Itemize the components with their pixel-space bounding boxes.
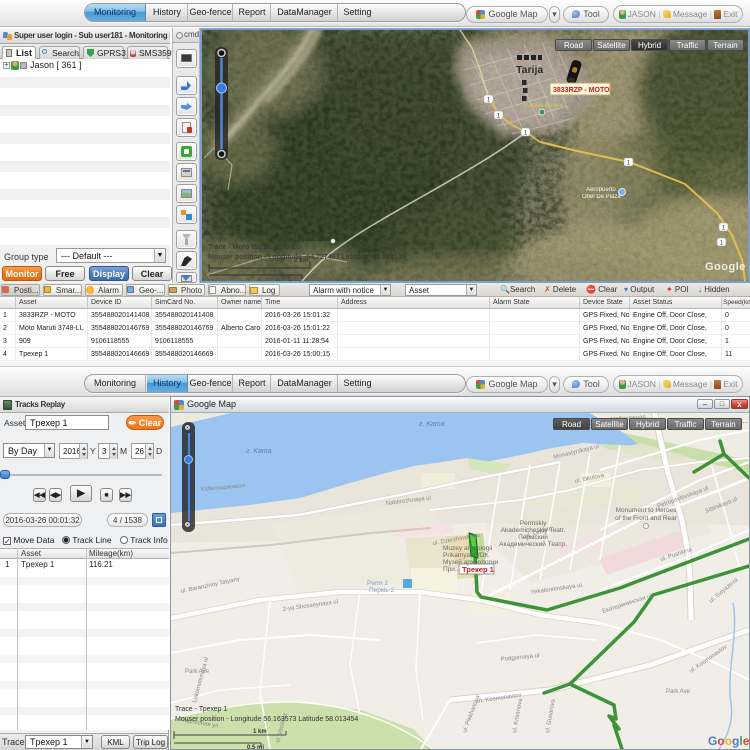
- svg-text:Пермский: Пермский: [518, 533, 548, 541]
- svg-text:Trace - Moto Maruti 3748-LL: Trace - Moto Maruti 3748-LL: [208, 244, 301, 251]
- svg-text:Monument to Heroes: Monument to Heroes: [616, 507, 677, 514]
- svg-text:Permskiy: Permskiy: [520, 520, 547, 527]
- svg-text:Пермь 2: Пермь 2: [369, 587, 395, 594]
- svg-text:3833RZP - MOTO: 3833RZP - MOTO: [553, 87, 610, 94]
- svg-text:Aeropuerto: Aeropuerto: [586, 187, 616, 193]
- svg-text:Perm 2: Perm 2: [367, 580, 388, 587]
- svg-text:Park Ave: Park Ave: [666, 689, 691, 695]
- svg-text:Parque Bolivar: Parque Bolivar: [524, 103, 563, 109]
- svg-text:Oriel De Plaza: Oriel De Plaza: [582, 194, 621, 200]
- svg-text:Google: Google: [708, 734, 749, 748]
- svg-text:Akademicheskiy Teatr.: Akademicheskiy Teatr.: [501, 527, 566, 534]
- svg-text:Трекер 1: Трекер 1: [462, 565, 494, 574]
- svg-text:Trace - Трехер 1: Trace - Трехер 1: [175, 706, 228, 713]
- svg-text:2 km: 2 km: [294, 257, 309, 264]
- svg-text:При...: При...: [443, 566, 461, 573]
- svg-text:0.5 mi: 0.5 mi: [247, 745, 264, 749]
- svg-text:of the Front and Rear: of the Front and Rear: [615, 515, 678, 522]
- svg-text:Prikamya; IVDK: Prikamya; IVDK: [443, 552, 490, 559]
- svg-text:Muzey arheologii: Muzey arheologii: [443, 545, 492, 552]
- svg-text:Mouser position - Longitude 56: Mouser position - Longitude 56.163573 La…: [175, 716, 358, 723]
- svg-text:Академический Театр.: Академический Театр.: [499, 540, 567, 548]
- svg-text:Google: Google: [705, 261, 746, 273]
- svg-text:1 km: 1 km: [253, 729, 267, 735]
- svg-text:Tarija: Tarija: [516, 64, 543, 76]
- svg-text:2 mi: 2 mi: [288, 279, 301, 281]
- svg-text:г. Kama: г. Kama: [246, 448, 272, 455]
- svg-text:г. Kama: г. Kama: [419, 421, 445, 428]
- svg-text:Музей археологии: Музей археологии: [443, 558, 499, 566]
